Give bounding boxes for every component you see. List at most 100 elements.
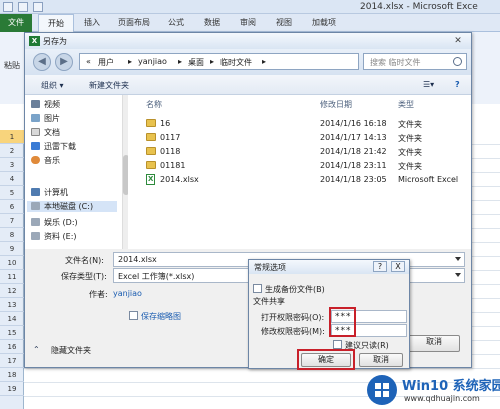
- document-icon: [31, 128, 40, 136]
- address-bar[interactable]: « 用户 ▸ yanjiao ▸ 桌面 ▸ 临时文件 ▸ ↻: [79, 53, 407, 70]
- back-arrow-icon[interactable]: ◀: [33, 53, 51, 71]
- author-value[interactable]: yanjiao: [113, 289, 142, 298]
- organize-button[interactable]: 组织 ▾: [41, 80, 64, 91]
- watermark-url: www.qdhuajin.com: [404, 394, 480, 403]
- tab-home[interactable]: 开始: [38, 14, 74, 32]
- nav-item-pictures[interactable]: 图片: [31, 113, 60, 124]
- row-header[interactable]: 8: [0, 228, 24, 242]
- row-header[interactable]: 6: [0, 200, 24, 214]
- row-header[interactable]: 14: [0, 312, 24, 326]
- row-header[interactable]: 12: [0, 284, 24, 298]
- breadcrumb-desktop[interactable]: 桌面: [188, 57, 204, 68]
- view-options-icon[interactable]: ☰▾: [423, 80, 434, 89]
- paste-button[interactable]: 粘贴: [4, 60, 20, 71]
- nav-item-videos[interactable]: 视频: [31, 99, 60, 110]
- tab-data[interactable]: 数据: [204, 17, 220, 28]
- row-headers: 1 2 3 4 5 6 7 8 9 10 11 12 13 14 15 16 17 18 19: [0, 130, 24, 409]
- excel-file-icon: [146, 174, 155, 185]
- backup-label: 生成备份文件(B): [265, 285, 325, 294]
- nav-item-drive-c[interactable]: 本地磁盘 (C:): [27, 201, 117, 212]
- folder-icon: [146, 147, 156, 155]
- row-header[interactable]: 4: [0, 172, 24, 186]
- breadcrumb-yanjiao[interactable]: yanjiao: [138, 57, 167, 66]
- tab-formulas[interactable]: 公式: [168, 17, 184, 28]
- new-folder-button[interactable]: 新建文件夹: [89, 80, 129, 91]
- breadcrumb-users[interactable]: 用户: [98, 57, 114, 68]
- breadcrumb-sep-icon: ▸: [210, 57, 215, 66]
- row-header[interactable]: 3: [0, 158, 24, 172]
- row-header[interactable]: 2: [0, 144, 24, 158]
- drive-icon: [31, 218, 40, 226]
- row-header[interactable]: 11: [0, 270, 24, 284]
- row-header[interactable]: 9: [0, 242, 24, 256]
- folder-icon: [146, 119, 156, 127]
- computer-icon: [31, 188, 40, 196]
- column-name[interactable]: 名称: [146, 99, 162, 110]
- tab-addins[interactable]: 加载项: [312, 17, 336, 28]
- folder-icon: [146, 133, 156, 141]
- filetype-label: 保存类型(T):: [61, 272, 107, 281]
- general-options-dialog: 常规选项 ? X 生成备份文件(B) 文件共享 打开权限密码(O): *** 修…: [248, 259, 410, 370]
- nav-item-thunder[interactable]: 迅雷下载: [31, 141, 76, 152]
- breadcrumb-temp[interactable]: 临时文件: [220, 57, 252, 68]
- file-row[interactable]: 0118 2014/1/18 21:42 文件夹: [146, 145, 466, 159]
- save-icon[interactable]: [18, 2, 28, 12]
- dialog-close-icon[interactable]: ✕: [449, 36, 467, 47]
- undo-icon[interactable]: [33, 2, 43, 12]
- open-password-label: 打开权限密码(O):: [261, 313, 325, 322]
- file-share-label: 文件共享: [253, 297, 285, 306]
- tab-view[interactable]: 视图: [276, 17, 292, 28]
- backup-checkbox[interactable]: [253, 284, 262, 293]
- tab-insert[interactable]: 插入: [84, 17, 100, 28]
- row-header[interactable]: 5: [0, 186, 24, 200]
- options-title: 常规选项: [254, 263, 286, 272]
- column-type[interactable]: 类型: [398, 99, 414, 110]
- file-list: 名称 修改日期 类型 16 2014/1/16 16:18 文件夹 0117 2014…: [128, 95, 471, 249]
- nav-item-drive-d[interactable]: 娱乐 (D:): [31, 217, 78, 228]
- row-header[interactable]: 18: [0, 368, 24, 382]
- filename-label: 文件名(N):: [65, 256, 104, 265]
- nav-item-music[interactable]: 音乐: [31, 155, 60, 166]
- tab-file[interactable]: 文件: [0, 14, 32, 32]
- breadcrumb-sep-icon: ▸: [128, 57, 133, 66]
- thumbnail-label[interactable]: 保存缩略图: [141, 311, 181, 322]
- drive-icon: [31, 232, 40, 240]
- file-row[interactable]: 2014.xlsx2014/1/18 23:05Microsoft Excel: [146, 173, 466, 187]
- nav-item-documents[interactable]: 文档: [31, 127, 60, 138]
- row-header[interactable]: 1: [0, 130, 24, 144]
- folder-icon: [146, 161, 156, 169]
- row-header[interactable]: 17: [0, 354, 24, 368]
- row-header[interactable]: 16: [0, 340, 24, 354]
- row-header[interactable]: 13: [0, 298, 24, 312]
- nav-item-computer[interactable]: 计算机: [31, 187, 68, 198]
- row-header[interactable]: 19: [0, 382, 24, 396]
- hide-folders-button[interactable]: 隐藏文件夹: [51, 345, 91, 356]
- row-header[interactable]: 7: [0, 214, 24, 228]
- options-titlebar: 常规选项 ? X: [249, 260, 409, 274]
- forward-arrow-icon[interactable]: ▶: [55, 53, 73, 71]
- tab-review[interactable]: 审阅: [240, 17, 256, 28]
- row-header[interactable]: 10: [0, 256, 24, 270]
- options-close-icon[interactable]: X: [391, 261, 405, 272]
- modify-password-label: 修改权限密码(M):: [261, 327, 325, 336]
- excel-icon: X: [29, 36, 40, 46]
- watermark-title: Win10 系统家园: [402, 379, 500, 394]
- tab-page-layout[interactable]: 页面布局: [118, 17, 150, 28]
- hide-folders-icon[interactable]: ⌃: [33, 345, 40, 354]
- thumbnail-checkbox[interactable]: [129, 311, 138, 320]
- file-row[interactable]: 16 2014/1/16 16:18 文件夹: [146, 117, 466, 131]
- nav-item-drive-e[interactable]: 资料 (E:): [31, 231, 77, 241]
- file-row[interactable]: 01181 2014/1/18 23:11 文件夹: [146, 159, 466, 173]
- breadcrumb-overflow[interactable]: «: [86, 57, 91, 66]
- readonly-checkbox[interactable]: [333, 340, 342, 349]
- options-cancel-button[interactable]: 取消: [359, 353, 403, 367]
- help-icon[interactable]: ?: [455, 80, 460, 89]
- column-date[interactable]: 修改日期: [320, 99, 352, 110]
- thunder-icon: [31, 142, 40, 150]
- dialog-cancel-button[interactable]: 取消: [408, 335, 460, 352]
- row-header[interactable]: 15: [0, 326, 24, 340]
- window-title: 2014.xlsx - Microsoft Exce: [360, 2, 478, 12]
- file-row[interactable]: 0117 2014/1/17 14:13 文件夹: [146, 131, 466, 145]
- options-help-icon[interactable]: ?: [373, 261, 387, 272]
- search-input[interactable]: 搜索 临时文件: [363, 53, 467, 70]
